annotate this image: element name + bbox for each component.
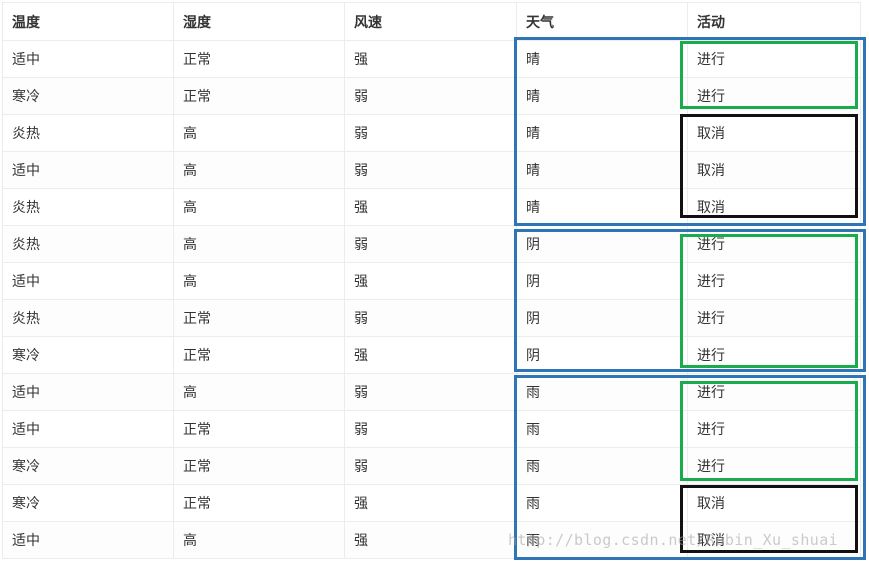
cell-wind: 强	[344, 262, 517, 300]
cell-wind: 强	[344, 188, 517, 226]
cell-wind: 弱	[344, 114, 517, 152]
cell-activity: 取消	[687, 114, 861, 152]
cell-activity: 取消	[687, 484, 861, 522]
header-row: 温度 湿度 风速 天气 活动	[2, 2, 861, 41]
cell-temperature: 寒冷	[2, 484, 174, 522]
table-row: 炎热 高 弱 晴 取消	[2, 114, 861, 152]
cell-temperature: 适中	[2, 521, 174, 559]
cell-wind: 强	[344, 336, 517, 374]
cell-temperature: 寒冷	[2, 77, 174, 115]
cell-weather: 晴	[516, 188, 688, 226]
cell-weather: 阴	[516, 225, 688, 263]
table-row: 炎热 正常 弱 阴 进行	[2, 299, 861, 337]
cell-temperature: 寒冷	[2, 336, 174, 374]
cell-temperature: 适中	[2, 373, 174, 411]
table-row: 适中 高 强 雨 取消	[2, 521, 861, 559]
cell-wind: 弱	[344, 77, 517, 115]
cell-weather: 晴	[516, 77, 688, 115]
cell-weather: 雨	[516, 373, 688, 411]
cell-humidity: 高	[173, 262, 345, 300]
cell-activity: 进行	[687, 77, 861, 115]
cell-humidity: 高	[173, 151, 345, 189]
cell-temperature: 适中	[2, 262, 174, 300]
cell-activity: 取消	[687, 521, 861, 559]
cell-wind: 弱	[344, 299, 517, 337]
table-row: 寒冷 正常 强 雨 取消	[2, 484, 861, 522]
cell-weather: 晴	[516, 114, 688, 152]
cell-humidity: 正常	[173, 40, 345, 78]
cell-humidity: 正常	[173, 336, 345, 374]
cell-temperature: 适中	[2, 151, 174, 189]
header-temperature: 温度	[2, 2, 174, 41]
cell-weather: 晴	[516, 151, 688, 189]
cell-activity: 进行	[687, 299, 861, 337]
cell-humidity: 正常	[173, 77, 345, 115]
cell-activity: 进行	[687, 225, 861, 263]
cell-weather: 雨	[516, 447, 688, 485]
table-row: 炎热 高 弱 阴 进行	[2, 225, 861, 263]
cell-temperature: 炎热	[2, 225, 174, 263]
cell-weather: 雨	[516, 521, 688, 559]
cell-activity: 进行	[687, 40, 861, 78]
cell-wind: 弱	[344, 373, 517, 411]
cell-weather: 雨	[516, 484, 688, 522]
table-row: 寒冷 正常 弱 雨 进行	[2, 447, 861, 485]
cell-wind: 弱	[344, 151, 517, 189]
cell-humidity: 高	[173, 225, 345, 263]
cell-temperature: 炎热	[2, 188, 174, 226]
screenshot-canvas: 温度 湿度 风速 天气 活动 适中 正常 强 晴 进行 寒冷 正常 弱 晴 进行	[0, 0, 869, 563]
cell-humidity: 高	[173, 114, 345, 152]
cell-temperature: 炎热	[2, 114, 174, 152]
cell-humidity: 正常	[173, 484, 345, 522]
cell-weather: 晴	[516, 40, 688, 78]
cell-wind: 弱	[344, 447, 517, 485]
table-row: 适中 高 强 阴 进行	[2, 262, 861, 300]
header-wind: 风速	[344, 2, 517, 41]
cell-wind: 强	[344, 521, 517, 559]
cell-weather: 阴	[516, 299, 688, 337]
cell-temperature: 适中	[2, 410, 174, 448]
table-row: 适中 正常 弱 雨 进行	[2, 410, 861, 448]
cell-weather: 阴	[516, 262, 688, 300]
cell-activity: 进行	[687, 447, 861, 485]
cell-temperature: 炎热	[2, 299, 174, 337]
cell-humidity: 正常	[173, 299, 345, 337]
cell-humidity: 正常	[173, 447, 345, 485]
cell-humidity: 高	[173, 188, 345, 226]
table-row: 适中 高 弱 晴 取消	[2, 151, 861, 189]
table-row: 寒冷 正常 弱 晴 进行	[2, 77, 861, 115]
table-row: 适中 高 弱 雨 进行	[2, 373, 861, 411]
header-humidity: 湿度	[173, 2, 345, 41]
table-row: 适中 正常 强 晴 进行	[2, 40, 861, 78]
weather-activity-table: 温度 湿度 风速 天气 活动 适中 正常 强 晴 进行 寒冷 正常 弱 晴 进行	[2, 2, 861, 559]
cell-activity: 进行	[687, 262, 861, 300]
cell-weather: 雨	[516, 410, 688, 448]
header-weather: 天气	[516, 2, 688, 41]
header-activity: 活动	[687, 2, 861, 41]
cell-activity: 进行	[687, 336, 861, 374]
cell-activity: 取消	[687, 151, 861, 189]
cell-humidity: 高	[173, 373, 345, 411]
cell-weather: 阴	[516, 336, 688, 374]
cell-wind: 强	[344, 40, 517, 78]
cell-temperature: 适中	[2, 40, 174, 78]
cell-activity: 进行	[687, 410, 861, 448]
cell-wind: 弱	[344, 410, 517, 448]
cell-activity: 取消	[687, 188, 861, 226]
cell-wind: 弱	[344, 225, 517, 263]
cell-temperature: 寒冷	[2, 447, 174, 485]
cell-humidity: 高	[173, 521, 345, 559]
cell-wind: 强	[344, 484, 517, 522]
table-row: 寒冷 正常 强 阴 进行	[2, 336, 861, 374]
cell-activity: 进行	[687, 373, 861, 411]
table-row: 炎热 高 强 晴 取消	[2, 188, 861, 226]
cell-humidity: 正常	[173, 410, 345, 448]
